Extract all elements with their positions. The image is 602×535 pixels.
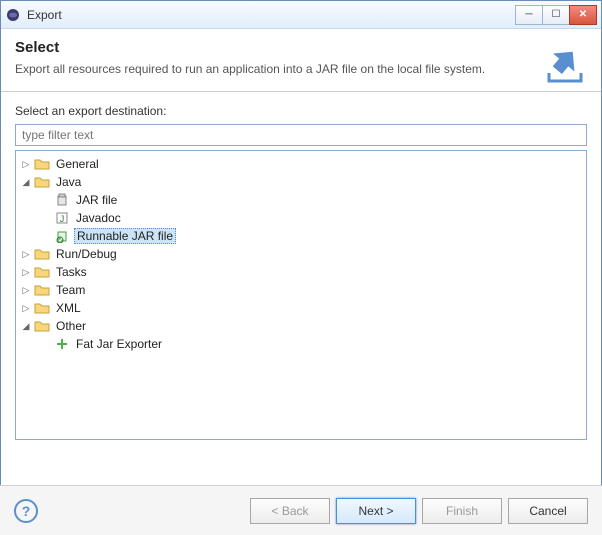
tree-node-java[interactable]: ◢ Java: [18, 173, 584, 191]
tree-container[interactable]: ▷ General ◢ Java ▷ JAR file ▷ J Javadoc …: [15, 150, 587, 440]
tree-node-tasks[interactable]: ▷ Tasks: [18, 263, 584, 281]
folder-icon: [34, 283, 50, 297]
tree-label: Java: [54, 175, 83, 189]
plus-icon: [54, 337, 70, 351]
tree-node-javadoc[interactable]: ▷ J Javadoc: [18, 209, 584, 227]
folder-icon: [34, 319, 50, 333]
destination-label: Select an export destination:: [15, 104, 587, 118]
tree-node-team[interactable]: ▷ Team: [18, 281, 584, 299]
tree-label: Fat Jar Exporter: [74, 337, 164, 351]
runnable-jar-icon: [54, 229, 70, 243]
tree-label: XML: [54, 301, 83, 315]
wizard-footer: ? < Back Next > Finish Cancel: [0, 485, 602, 535]
finish-button[interactable]: Finish: [422, 498, 502, 524]
close-button[interactable]: ✕: [569, 5, 597, 25]
cancel-button[interactable]: Cancel: [508, 498, 588, 524]
tree-node-xml[interactable]: ▷ XML: [18, 299, 584, 317]
expand-icon[interactable]: ▷: [20, 266, 32, 278]
folder-icon: [34, 157, 50, 171]
tree-label: Javadoc: [74, 211, 123, 225]
tree-node-fat-jar[interactable]: ▷ Fat Jar Exporter: [18, 335, 584, 353]
next-button[interactable]: Next >: [336, 498, 416, 524]
titlebar: Export ─ ☐ ✕: [1, 1, 601, 29]
page-title: Select: [15, 39, 533, 56]
expand-icon[interactable]: ▷: [20, 158, 32, 170]
tree-label: Tasks: [54, 265, 89, 279]
tree-node-general[interactable]: ▷ General: [18, 155, 584, 173]
expand-icon[interactable]: ▷: [20, 284, 32, 296]
help-button[interactable]: ?: [14, 499, 38, 523]
page-description: Export all resources required to run an …: [15, 62, 533, 76]
tree-label: JAR file: [74, 193, 119, 207]
folder-icon: [34, 265, 50, 279]
tree-label-selected: Runnable JAR file: [74, 228, 176, 244]
tree-node-jar-file[interactable]: ▷ JAR file: [18, 191, 584, 209]
jar-icon: [54, 193, 70, 207]
collapse-icon[interactable]: ◢: [20, 320, 32, 332]
collapse-icon[interactable]: ◢: [20, 176, 32, 188]
javadoc-icon: J: [54, 211, 70, 225]
tree-label: General: [54, 157, 101, 171]
filter-input[interactable]: [15, 124, 587, 146]
expand-icon[interactable]: ▷: [20, 302, 32, 314]
wizard-body: Select an export destination: ▷ General …: [1, 92, 601, 446]
folder-icon: [34, 247, 50, 261]
tree-label: Run/Debug: [54, 247, 119, 261]
folder-icon: [34, 301, 50, 315]
svg-text:J: J: [60, 214, 65, 224]
expand-icon[interactable]: ▷: [20, 248, 32, 260]
tree-label: Other: [54, 319, 88, 333]
eclipse-icon: [5, 7, 21, 23]
tree-node-runnable-jar[interactable]: ▷ Runnable JAR file: [18, 227, 584, 245]
tree-node-other[interactable]: ◢ Other: [18, 317, 584, 335]
export-icon: [543, 43, 587, 83]
folder-icon: [34, 175, 50, 189]
tree-label: Team: [54, 283, 87, 297]
minimize-button[interactable]: ─: [515, 5, 543, 25]
tree-node-run-debug[interactable]: ▷ Run/Debug: [18, 245, 584, 263]
window-controls: ─ ☐ ✕: [516, 5, 597, 25]
back-button[interactable]: < Back: [250, 498, 330, 524]
wizard-header: Select Export all resources required to …: [1, 29, 601, 92]
window-title: Export: [27, 8, 516, 22]
maximize-button[interactable]: ☐: [542, 5, 570, 25]
